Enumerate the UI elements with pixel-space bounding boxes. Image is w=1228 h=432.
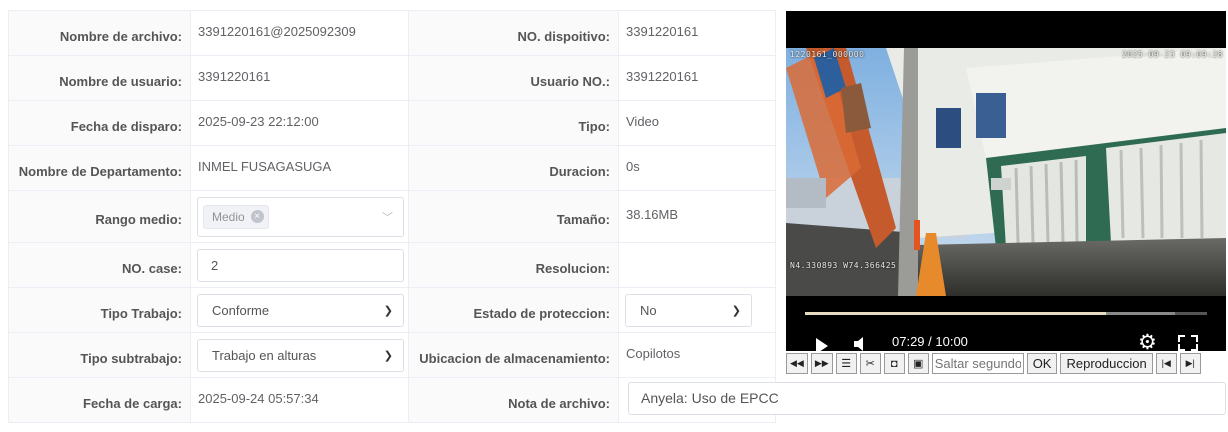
row-user-name: Nombre de usuario: 3391220161 Usuario NO…: [8, 55, 776, 101]
rewind-icon: ◀◀: [790, 358, 804, 368]
row-shot-date: Fecha de disparo: 2025-09-23 22:12:00 Ti…: [8, 100, 776, 146]
label-department: Nombre de Departamento:: [18, 163, 182, 179]
settings-gear-icon[interactable]: ⚙: [1138, 330, 1157, 351]
value-storage-location: Copilotos: [626, 345, 681, 361]
frame-back-icon: ◘: [890, 357, 898, 370]
value-department: INMEL FUSAGASUGA: [198, 158, 332, 174]
skip-start-button[interactable]: |◀: [1155, 353, 1177, 374]
chevron-down-icon: ❯: [731, 304, 741, 317]
label-shot-date: Fecha de disparo:: [70, 118, 182, 134]
value-type: Video: [626, 113, 660, 129]
subwork-type-value: Trabajo en alturas: [212, 347, 317, 363]
work-type-value: Conforme: [212, 302, 270, 318]
seek-seconds-input[interactable]: [932, 355, 1023, 372]
label-type: Tipo:: [578, 118, 610, 134]
label-upload-date: Fecha de carga:: [83, 395, 182, 411]
ok-button[interactable]: OK: [1026, 353, 1058, 374]
label-protection-state: Estado de proteccion:: [473, 305, 610, 321]
work-type-select[interactable]: Conforme ❯: [197, 293, 404, 327]
label-size: Tamaño:: [556, 212, 610, 227]
protection-state-select[interactable]: No ❯: [625, 293, 752, 327]
chevron-down-icon: ﹀: [382, 211, 393, 224]
list-icon: ☰: [841, 358, 852, 370]
chevron-down-icon: ❯: [383, 304, 393, 317]
skip-end-button[interactable]: ▶|: [1179, 353, 1201, 374]
osd-id: 1220161_000000: [790, 50, 865, 59]
frame-back-button[interactable]: ◘: [883, 353, 905, 374]
value-user-name: 3391220161: [198, 68, 271, 84]
case-no-input[interactable]: 2: [197, 248, 404, 282]
label-storage-location: Ubicacion de almacenamiento:: [419, 350, 610, 366]
video-player[interactable]: 1220161_000000 2025-09-23 09:09:28 N4.33…: [786, 11, 1226, 351]
value-resolution: [625, 256, 626, 271]
protection-state-value: No: [640, 302, 657, 318]
row-range: Rango medio: Medio × ﹀ Tamaño: 38.16MB: [8, 190, 776, 243]
seek-seconds-field: [931, 353, 1024, 374]
value-shot-date: 2025-09-23 22:12:00: [198, 113, 319, 129]
time-display: 07:29 / 10:00: [892, 334, 968, 349]
value-device-no: 3391220161: [626, 23, 699, 39]
label-duration: Duracion:: [549, 163, 610, 179]
play-icon[interactable]: [816, 338, 828, 351]
rewind-button[interactable]: ◀◀: [786, 353, 808, 374]
label-device-no: NO. dispoitivo:: [517, 28, 610, 44]
list-button[interactable]: ☰: [835, 353, 857, 374]
frame-forward-icon: ▣: [912, 358, 924, 370]
row-file-name: Nombre de archivo: 3391220161@2025092309…: [8, 10, 776, 56]
progress-played: [805, 312, 1107, 315]
skip-end-icon: ▶|: [1185, 358, 1195, 368]
row-case-no: NO. case: 2 Resolucion:: [8, 242, 776, 288]
value-size: 38.16MB: [626, 207, 679, 222]
osd-gps: N4.330893 W74.366425: [790, 261, 897, 270]
playback-button[interactable]: Reproduccion: [1060, 353, 1153, 374]
label-file-name: Nombre de archivo:: [59, 28, 182, 44]
label-resolution: Resolucion:: [535, 260, 610, 276]
case-no-value: 2: [211, 257, 219, 273]
range-multiselect[interactable]: Medio × ﹀: [197, 196, 404, 237]
progress-bar[interactable]: [805, 312, 1207, 315]
label-subwork-type: Tipo subtrabajo:: [80, 350, 182, 366]
label-case-no: NO. case:: [122, 260, 182, 276]
value-duration: 0s: [626, 158, 640, 174]
player-controls: 07:29 / 10:00 ⚙: [786, 296, 1226, 351]
fast-forward-icon: ▶▶: [814, 358, 829, 368]
video-frame-image: [786, 48, 1226, 296]
frame-forward-button[interactable]: ▣: [907, 353, 929, 374]
row-work-type: Tipo Trabajo: Conforme ❯ Estado de prote…: [8, 287, 776, 333]
label-user-no: Usuario NO.:: [530, 73, 610, 89]
label-work-type: Tipo Trabajo:: [100, 305, 182, 321]
fast-forward-button[interactable]: ▶▶: [810, 353, 833, 374]
fullscreen-icon[interactable]: [1178, 335, 1198, 351]
range-tag-label: Medio: [212, 209, 245, 224]
tag-remove-icon[interactable]: ×: [250, 210, 264, 223]
skip-start-icon: |◀: [1161, 358, 1171, 368]
video-frame: 1220161_000000 2025-09-23 09:09:28 N4.33…: [786, 48, 1226, 296]
file-note-input[interactable]: Anyela: Uso de EPCC: [628, 382, 1226, 415]
value-upload-date: 2025-09-24 05:57:34: [198, 390, 319, 406]
chevron-down-icon: ❯: [383, 349, 393, 362]
playback-toolbar: ◀◀ ▶▶ ☰ ✂ ◘ ▣ OK Reproduccion |◀ ▶|: [786, 352, 1228, 375]
label-user-name: Nombre de usuario:: [59, 73, 182, 89]
clip-button[interactable]: ✂: [859, 353, 881, 374]
value-user-no: 3391220161: [626, 68, 699, 84]
range-tag: Medio ×: [203, 204, 269, 229]
label-range: Rango medio:: [95, 212, 182, 227]
volume-icon[interactable]: [852, 336, 866, 351]
value-file-name: 3391220161@2025092309: [198, 23, 356, 39]
label-file-note: Nota de archivo:: [508, 395, 610, 411]
subwork-type-select[interactable]: Trabajo en alturas ❯: [197, 338, 404, 372]
scissors-icon: ✂: [865, 358, 875, 370]
row-subwork-type: Tipo subtrabajo: Trabajo en alturas ❯ Ub…: [8, 332, 776, 378]
osd-datetime: 2025-09-23 09:09:28: [1121, 50, 1223, 59]
file-info-table: Nombre de archivo: 3391220161@2025092309…: [8, 10, 776, 423]
row-department: Nombre de Departamento: INMEL FUSAGASUGA…: [8, 145, 776, 191]
